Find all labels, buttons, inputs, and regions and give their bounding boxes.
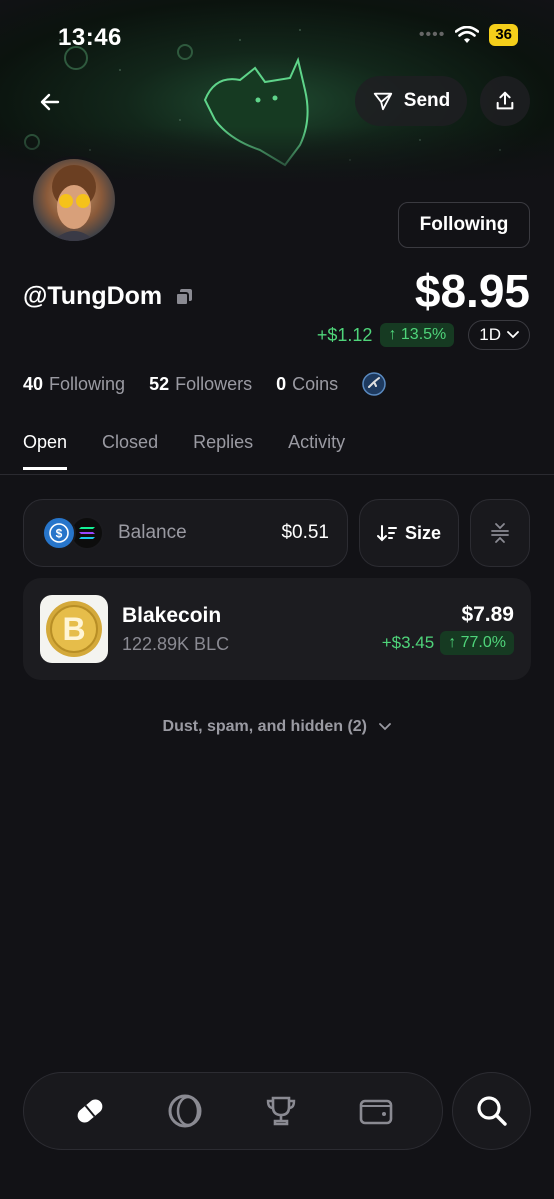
username: @TungDom [23, 282, 194, 311]
coins-stat[interactable]: 0 Coins [276, 374, 338, 395]
send-button[interactable]: Send [355, 76, 467, 126]
range-label: 1D [479, 325, 501, 344]
status-icons: •••• 36 [419, 24, 518, 46]
share-button[interactable] [480, 76, 530, 126]
holding-row[interactable]: B Blakecoin 122.89K BLC $7.89 +$3.45 ↑ 7… [23, 578, 531, 680]
share-icon [496, 91, 514, 110]
back-arrow-icon [40, 93, 60, 111]
nav-home[interactable] [66, 1087, 114, 1135]
holding-change-badge: ↑ 77.0% [440, 631, 514, 655]
tab-replies[interactable]: Replies [193, 432, 253, 470]
avatar-image [52, 165, 96, 241]
balance-value: $0.51 [281, 522, 329, 543]
svg-text:B: B [62, 611, 85, 647]
holding-change: +$3.45 ↑ 77.0% [382, 631, 514, 655]
range-selector[interactable]: 1D [468, 320, 530, 350]
wallet-icon [359, 1099, 393, 1125]
balance-filter[interactable]: $ Balance $0.51 [23, 499, 348, 567]
holding-change-amount: +$3.45 [381, 633, 435, 652]
wifi-icon [455, 26, 480, 43]
send-icon [373, 92, 392, 111]
chevron-down-icon [507, 331, 519, 339]
holding-amount: 122.89K BLC [122, 633, 230, 654]
portfolio-change: +$1.12 ↑ 13.5% 1D [317, 320, 530, 350]
tab-open[interactable]: Open [23, 432, 68, 470]
nav-wallet[interactable] [352, 1087, 400, 1135]
balance-label: Balance [118, 522, 187, 543]
trophy-icon [266, 1096, 295, 1126]
nav-leaderboard[interactable] [257, 1087, 305, 1135]
dust-label: Dust, spam, and hidden (2) [162, 718, 367, 735]
username-text: @TungDom [23, 282, 163, 310]
sort-size-button[interactable]: Size [359, 499, 459, 567]
tab-closed[interactable]: Closed [102, 432, 158, 470]
tab-activity[interactable]: Activity [288, 432, 345, 470]
tab-divider [0, 474, 554, 475]
followers-stat[interactable]: 52 Followers [149, 374, 252, 395]
following-stat[interactable]: 40 Following [23, 374, 125, 395]
back-button[interactable] [32, 84, 68, 120]
filter-row: $ Balance $0.51 Size [23, 499, 530, 567]
circle-icon [168, 1094, 202, 1128]
change-amount: +$1.12 [316, 324, 373, 345]
following-button[interactable]: Following [398, 202, 530, 248]
svg-text:$: $ [56, 527, 63, 541]
send-label: Send [403, 90, 451, 111]
collapse-button[interactable] [470, 499, 530, 567]
change-percent-badge: ↑ 13.5% [380, 323, 455, 347]
usdc-icon: $ [42, 516, 76, 550]
profile-stats: 40 Following 52 Followers 0 Coins [23, 372, 386, 396]
badge-icon[interactable] [362, 372, 386, 396]
search-button[interactable] [452, 1072, 531, 1150]
holding-info: Blakecoin 122.89K BLC [122, 604, 368, 655]
holding-name: Blakecoin [122, 603, 222, 627]
signal-icon: •••• [418, 26, 446, 43]
nav-explore[interactable] [161, 1087, 209, 1135]
sort-icon [376, 525, 397, 542]
copy-icon[interactable] [174, 287, 194, 307]
blakecoin-logo: B [40, 595, 108, 663]
pill-icon [77, 1099, 103, 1123]
chevron-down-icon [379, 723, 392, 731]
battery-icon: 36 [489, 24, 518, 46]
bottom-nav [23, 1072, 443, 1150]
search-icon [476, 1096, 507, 1126]
size-label: Size [404, 522, 442, 543]
tab-bar: Open Closed Replies Activity [23, 432, 345, 470]
dust-toggle[interactable]: Dust, spam, and hidden (2) [0, 718, 554, 736]
portfolio-value: $8.95 [414, 265, 530, 317]
coin-stack: $ [42, 516, 104, 550]
holding-value: $7.89 [461, 603, 514, 626]
collapse-icon [491, 523, 509, 543]
avatar[interactable] [30, 156, 118, 244]
status-time: 13:46 [58, 24, 122, 51]
holding-values: $7.89 +$3.45 ↑ 77.0% [382, 603, 514, 655]
